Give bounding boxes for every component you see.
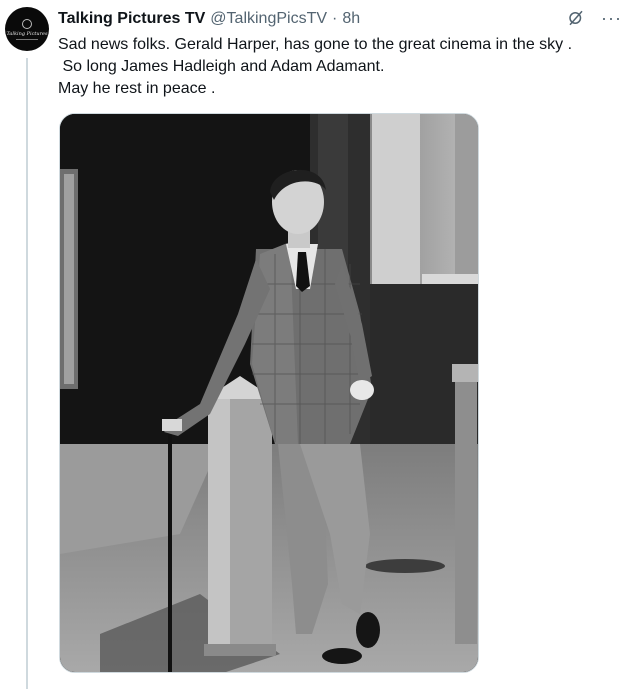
tweet-text-line: Sad news folks. Gerald Harper, has gone … [58, 36, 573, 53]
tweet-actions-top: ··· [567, 9, 622, 27]
logo-divider [16, 38, 38, 40]
tweet-text-line: May he rest in peace . [58, 80, 216, 97]
photo-icon [60, 114, 478, 672]
avatar[interactable]: Talking Pictures [5, 7, 49, 51]
handle[interactable]: @TalkingPicsTV [210, 10, 327, 28]
grok-icon[interactable] [567, 9, 585, 27]
timestamp[interactable]: 8h [342, 10, 360, 28]
tweet[interactable]: Talking Pictures Talking Pictures TV @Ta… [0, 0, 634, 689]
avatar-logo-text: Talking Pictures [6, 30, 48, 37]
separator-dot: · [332, 10, 338, 27]
tweet-header: Talking Pictures TV @TalkingPicsTV · 8h [58, 8, 360, 30]
thread-line [26, 58, 28, 689]
display-name[interactable]: Talking Pictures TV [58, 10, 205, 28]
logo-badge-icon [22, 18, 32, 29]
tweet-text: Sad news folks. Gerald Harper, has gone … [58, 34, 618, 100]
tweet-photo[interactable] [59, 113, 479, 673]
more-options-icon[interactable]: ··· [601, 9, 622, 27]
tweet-text-line: So long James Hadleigh and Adam Adamant. [58, 58, 385, 75]
